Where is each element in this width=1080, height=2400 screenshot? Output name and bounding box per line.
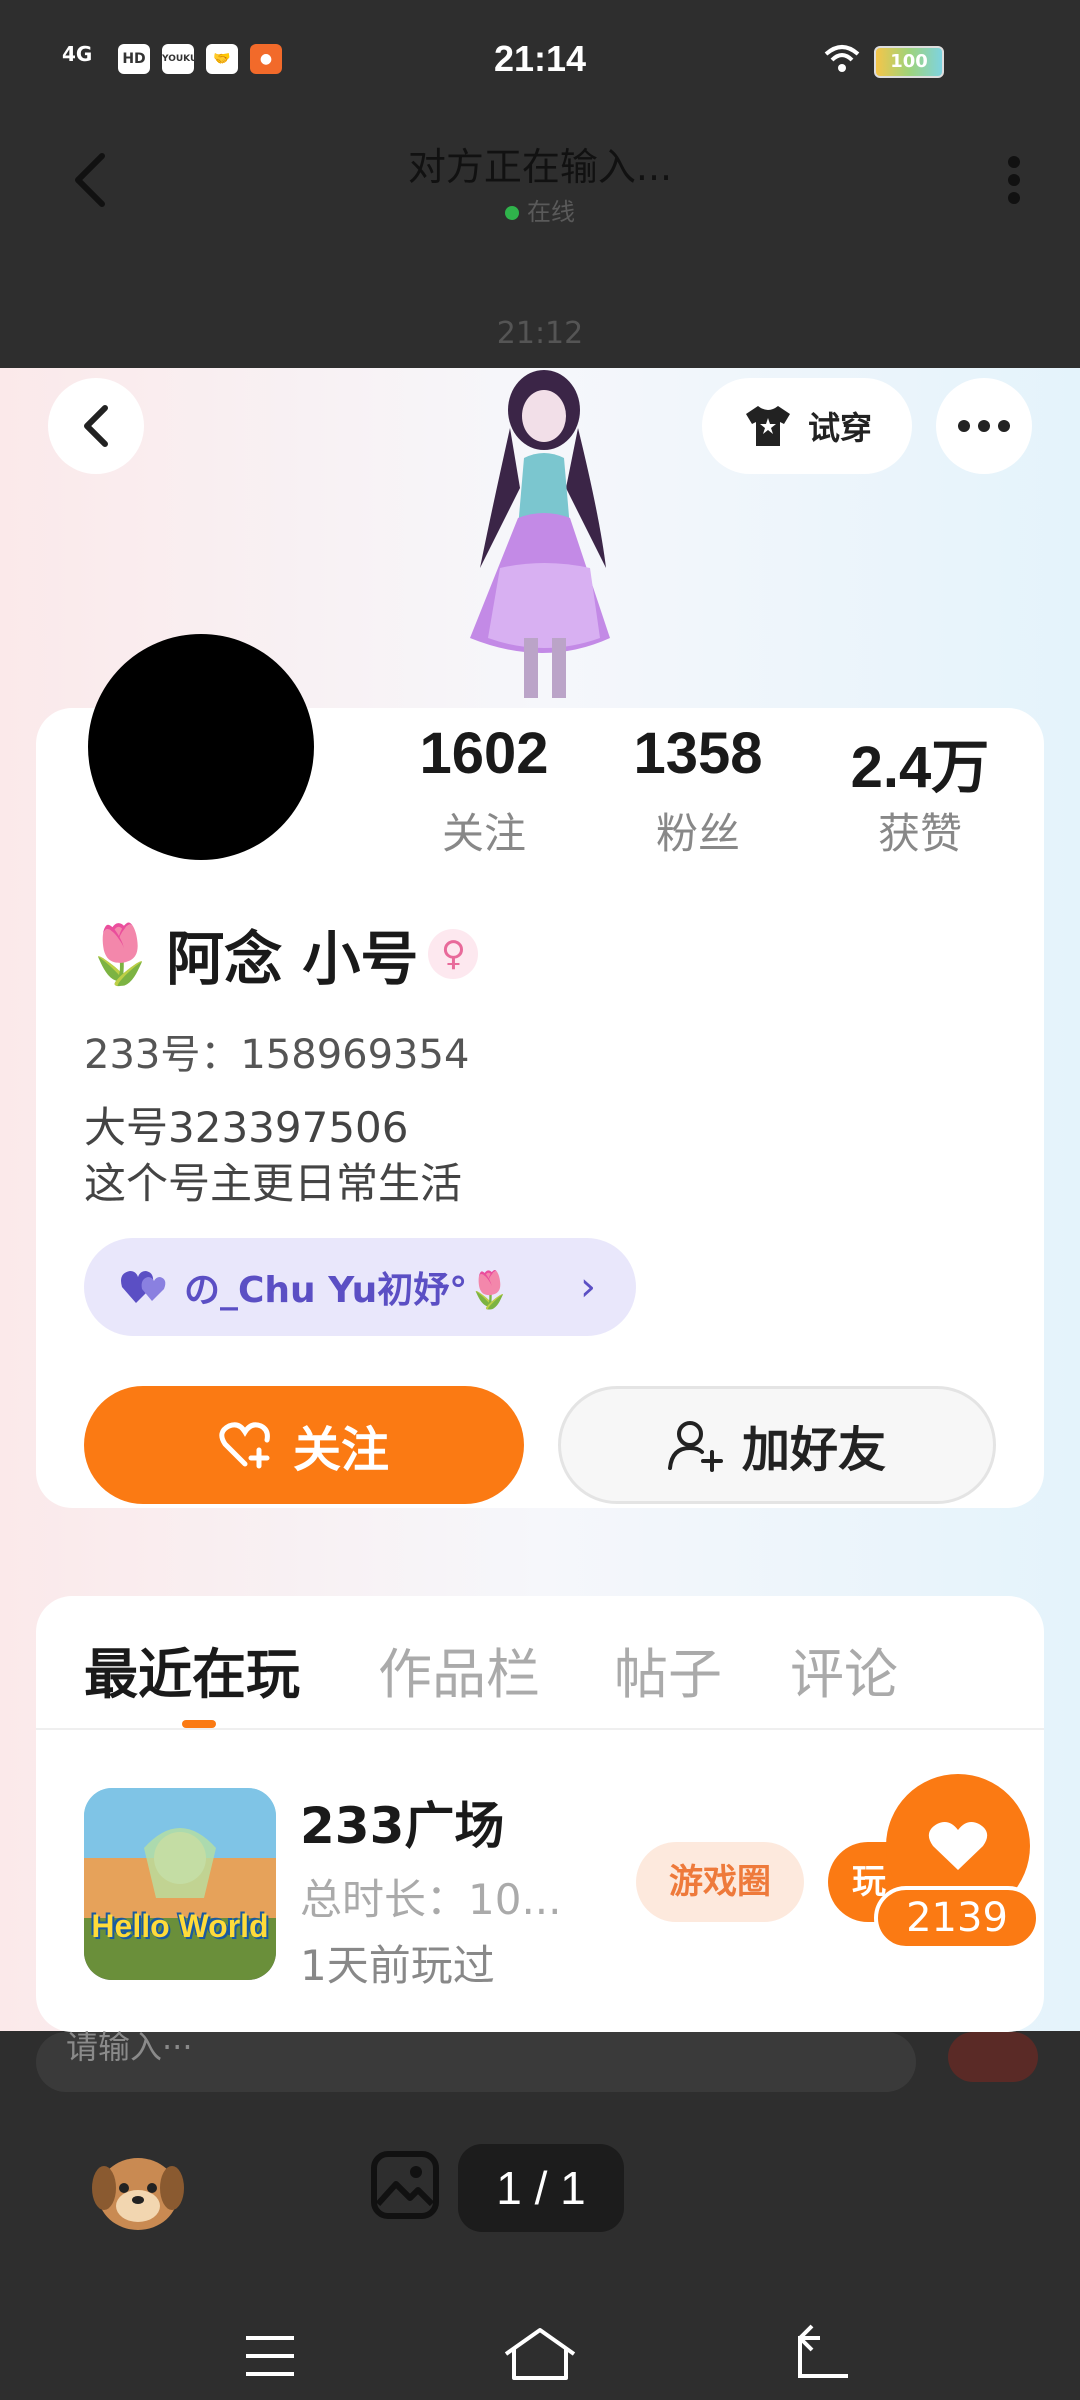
- add-user-icon: [667, 1421, 723, 1472]
- active-tab-indicator: [182, 1720, 216, 1728]
- online-status: 在线: [0, 192, 1080, 227]
- heart-icon: [928, 1822, 988, 1870]
- user-avatar[interactable]: [88, 634, 314, 860]
- double-heart-icon: [121, 1271, 166, 1303]
- tab-comments[interactable]: 评论: [790, 1630, 898, 1709]
- message-input[interactable]: 请输入···: [36, 2031, 916, 2092]
- linked-account-chip[interactable]: の_Chu Yu初妤°🌷 ›: [84, 1238, 636, 1336]
- game-title[interactable]: 233广场: [300, 1786, 504, 1858]
- tab-posts[interactable]: 帖子: [614, 1630, 722, 1709]
- tab-divider: [36, 1728, 1044, 1730]
- follow-button[interactable]: 关注: [84, 1386, 524, 1504]
- like-count: 2139: [874, 1886, 1040, 1950]
- image-picker-icon[interactable]: [370, 2150, 440, 2220]
- profile-more-button[interactable]: [936, 378, 1032, 474]
- chat-title: 对方正在输入...: [407, 145, 673, 189]
- following-count[interactable]: 1602: [384, 720, 584, 787]
- game-last-played: 1天前玩过: [300, 1941, 495, 1990]
- system-navigation-bar: [246, 2324, 848, 2380]
- game-thumbnail-art: [84, 1788, 276, 1980]
- tab-works[interactable]: 作品栏: [378, 1630, 540, 1709]
- bio-line-1: 大号323397506: [84, 1103, 409, 1152]
- linked-account-name: の_Chu Yu初妤°🌷: [184, 1270, 513, 1311]
- user-bio: 大号323397506 这个号主更日常生活: [84, 1100, 462, 1212]
- add-friend-button[interactable]: 加好友: [558, 1386, 996, 1504]
- wifi-icon: [824, 45, 860, 72]
- username: 阿念 小号: [166, 925, 419, 993]
- following-label: 关注: [441, 809, 526, 858]
- back-icon[interactable]: [798, 2324, 848, 2378]
- tulip-emoji-icon: 🌷: [84, 919, 157, 988]
- bio-line-2: 这个号主更日常生活: [84, 1159, 463, 1208]
- followers-count[interactable]: 1358: [598, 720, 798, 787]
- game-thumbnail[interactable]: Hello World: [84, 1788, 276, 1980]
- try-on-label: 试穿: [807, 409, 872, 447]
- heart-plus-icon: [219, 1422, 270, 1469]
- game-thumbnail-text: Hello World: [91, 1908, 269, 1944]
- ellipsis-icon: [958, 420, 1010, 432]
- user-id: 233号：158969354: [84, 1032, 470, 1078]
- try-on-button[interactable]: 试穿: [702, 378, 912, 474]
- chevron-left-icon: [84, 405, 108, 447]
- likes-received-count[interactable]: 2.4万: [820, 720, 1020, 804]
- tshirt-icon: [745, 406, 790, 446]
- likes-received-label: 获赞: [877, 809, 962, 858]
- followers-label: 粉丝: [655, 809, 740, 858]
- profile-back-button[interactable]: [48, 378, 144, 474]
- send-button[interactable]: [948, 2032, 1038, 2082]
- battery-indicator: 100: [874, 46, 944, 78]
- tab-recently-played[interactable]: 最近在玩: [84, 1630, 300, 1709]
- home-icon[interactable]: [504, 2328, 576, 2380]
- status-bar: 4G HD YOUKU 🤝 ● 21:14 100: [0, 0, 1080, 120]
- follow-label: 关注: [292, 1422, 389, 1478]
- chevron-right-icon: ›: [580, 1264, 596, 1310]
- username-line: 🌷 阿念 小号 ♀: [84, 912, 479, 996]
- online-status-text: 在线: [527, 198, 575, 226]
- female-gender-icon: ♀: [428, 929, 479, 979]
- online-dot-icon: [505, 206, 519, 220]
- sticker-panel-icon[interactable]: [90, 2148, 186, 2234]
- more-options-icon[interactable]: [1000, 150, 1028, 210]
- game-total-duration: 总时长：10...: [300, 1875, 562, 1924]
- menu-icon[interactable]: [246, 2336, 294, 2376]
- image-page-indicator: 1 / 1: [458, 2144, 624, 2232]
- message-timestamp: 21:12: [496, 316, 584, 351]
- avatar-character-image: [470, 370, 610, 698]
- add-friend-label: 加好友: [741, 1422, 886, 1478]
- game-circle-button[interactable]: 游戏圈: [636, 1842, 804, 1922]
